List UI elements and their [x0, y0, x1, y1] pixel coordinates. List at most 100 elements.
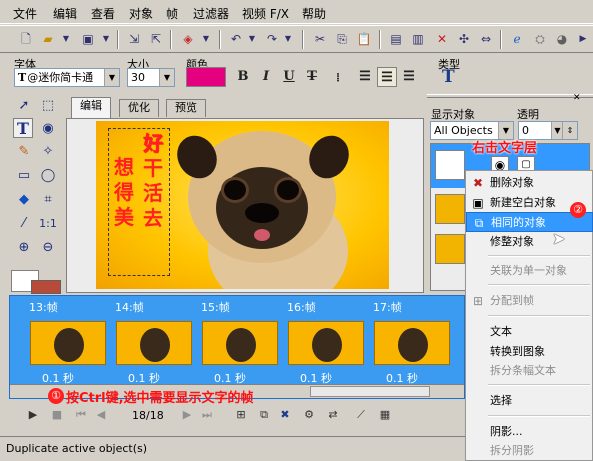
- fill-tool-icon[interactable]: ◆: [14, 190, 34, 210]
- close-icon[interactable]: ✕: [573, 93, 581, 103]
- menu-split-shadow[interactable]: 拆分阴影: [466, 441, 593, 461]
- menu-split-banner-text[interactable]: 拆分条幅文本: [466, 361, 593, 381]
- menu-shadow[interactable]: 阴影...: [466, 422, 593, 442]
- menu-item-label: 删除对象: [490, 176, 534, 189]
- pointer-tool-icon[interactable]: ➚: [14, 96, 34, 116]
- spin-icon[interactable]: ⇕: [562, 122, 577, 139]
- actual-size-icon[interactable]: 1:1: [38, 214, 58, 234]
- eraser-tool-icon[interactable]: ▭: [14, 166, 34, 186]
- transform-tool-icon[interactable]: ⌗: [38, 190, 58, 210]
- menu-select[interactable]: 选择: [466, 391, 593, 411]
- toolbar-separator: [117, 30, 119, 49]
- first-frame-icon[interactable]: ⏮: [72, 406, 90, 424]
- menu-frame[interactable]: 帧: [166, 5, 178, 22]
- redo-dropdown-icon[interactable]: ▼: [282, 29, 294, 49]
- menu-assign-to-frame[interactable]: ⊞ 分配到帧: [466, 291, 593, 311]
- brush-tool-icon[interactable]: ✎: [14, 142, 34, 162]
- tab-edit[interactable]: 编辑: [71, 97, 111, 118]
- add-frame-icon[interactable]: ⊞: [232, 406, 250, 424]
- background-color-swatch[interactable]: [31, 280, 61, 294]
- tab-optimize[interactable]: 优化: [119, 99, 159, 117]
- align-center-icon[interactable]: ☰: [377, 67, 397, 87]
- last-frame-icon[interactable]: ⏭: [198, 406, 216, 424]
- menu-delete-object[interactable]: ✖ 删除对象: [466, 173, 593, 193]
- menu-text[interactable]: 文本: [466, 322, 593, 342]
- reverse-frames-icon[interactable]: ⇄: [324, 406, 342, 424]
- duplicate-icon: ⧉: [474, 216, 484, 230]
- stop-icon[interactable]: ■: [48, 406, 66, 424]
- save-icon[interactable]: ▣: [78, 29, 98, 49]
- save-dropdown-icon[interactable]: ▼: [100, 29, 112, 49]
- open-dropdown-icon[interactable]: ▼: [60, 29, 72, 49]
- color-palette-icon[interactable]: ◈: [178, 29, 198, 49]
- menu-help[interactable]: 帮助: [302, 5, 326, 22]
- zoom-in-icon[interactable]: ⊕: [14, 238, 34, 258]
- italic-button[interactable]: I: [256, 67, 276, 87]
- text-tool-icon[interactable]: T: [13, 118, 33, 138]
- align-left-icon[interactable]: ☰: [355, 67, 375, 87]
- pug-object-thumb[interactable]: [435, 194, 465, 224]
- import-icon[interactable]: ⇲: [124, 29, 144, 49]
- menu-view[interactable]: 查看: [91, 5, 115, 22]
- delete-frame-icon[interactable]: ✖: [276, 406, 294, 424]
- pug-object-thumb[interactable]: [435, 234, 465, 264]
- frame-view-icon[interactable]: ▦: [376, 406, 394, 424]
- scrollbar-thumb[interactable]: [310, 386, 430, 397]
- mouse-cursor-icon: ➤: [552, 229, 566, 248]
- underline-button[interactable]: U: [279, 67, 299, 87]
- redo-icon[interactable]: ↷: [262, 29, 282, 49]
- prev-frame-icon[interactable]: ◀: [92, 406, 110, 424]
- menu-item-label: 文本: [490, 325, 512, 338]
- tool-palette: ➚ ⬚ T ◉ ✎ ✧ ▭ ◯ ◆ ⌗ ⁄ 1:1 ⊕ ⊖: [0, 94, 62, 294]
- menu-trim-object[interactable]: 修整对象: [466, 232, 593, 252]
- font-select[interactable]: T@迷你简卡通 ▼: [14, 68, 120, 87]
- size-select[interactable]: 30 ▼: [127, 68, 175, 87]
- tab-preview[interactable]: 预览: [166, 99, 206, 117]
- undo-dropdown-icon[interactable]: ▼: [246, 29, 258, 49]
- duplicate-frame-icon[interactable]: ⧉: [255, 406, 273, 424]
- bold-button[interactable]: B: [233, 67, 253, 87]
- eyedropper-tool-icon[interactable]: ⁄: [14, 214, 34, 234]
- preview-icon[interactable]: ◕: [552, 29, 572, 49]
- copy-icon[interactable]: ⎘: [332, 29, 352, 49]
- resize-icon[interactable]: ⇔: [476, 29, 496, 49]
- menu-video-fx[interactable]: 视频 F/X: [242, 5, 289, 22]
- toolbar-more-icon[interactable]: ▶: [573, 29, 593, 49]
- menu-file[interactable]: 文件: [13, 5, 37, 22]
- delete-icon[interactable]: ✕: [432, 29, 452, 49]
- new-icon[interactable]: 🗋: [16, 29, 36, 49]
- browser-icon[interactable]: ℯ: [507, 29, 527, 49]
- select-rect-tool-icon[interactable]: ⬚: [38, 96, 58, 116]
- menu-filter[interactable]: 过滤器: [193, 5, 229, 22]
- open-icon[interactable]: ▰: [38, 29, 58, 49]
- menu-link-single-object[interactable]: 关联为单一对象: [466, 261, 593, 281]
- text-spacing-icon[interactable]: ⁞: [328, 67, 348, 87]
- lasso-tool-icon[interactable]: ◯: [38, 166, 58, 186]
- menu-edit[interactable]: 编辑: [53, 5, 77, 22]
- align-right-icon[interactable]: ☰: [399, 67, 419, 87]
- paste-icon[interactable]: 📋: [354, 29, 374, 49]
- strikethrough-button[interactable]: T: [302, 67, 322, 87]
- toolbar-separator: [500, 30, 502, 49]
- menu-separator: [488, 284, 590, 286]
- menu-separator: [488, 315, 590, 317]
- export-icon[interactable]: ⇱: [146, 29, 166, 49]
- magic-wand-tool-icon[interactable]: ✧: [38, 142, 58, 162]
- frame-icon[interactable]: ▤: [386, 29, 406, 49]
- menu-object[interactable]: 对象: [129, 5, 153, 22]
- insert-frame-icon[interactable]: ▥: [408, 29, 428, 49]
- color-swatch[interactable]: [186, 67, 226, 87]
- palette-dropdown-icon[interactable]: ▼: [200, 29, 212, 49]
- circle-select-tool-icon[interactable]: ◉: [38, 119, 58, 139]
- optimize-icon[interactable]: ⛭: [530, 29, 550, 49]
- next-frame-icon[interactable]: ▶: [178, 406, 196, 424]
- crop-icon[interactable]: ✣: [454, 29, 474, 49]
- text-type-icon[interactable]: T: [442, 67, 455, 87]
- play-icon[interactable]: ▶: [24, 406, 42, 424]
- animation-wizard-icon[interactable]: ⟋: [352, 406, 370, 424]
- cut-icon[interactable]: ✂: [310, 29, 330, 49]
- frame-properties-icon[interactable]: ⚙: [300, 406, 318, 424]
- undo-icon[interactable]: ↶: [226, 29, 246, 49]
- menu-convert-to-image[interactable]: 转换到图象: [466, 342, 593, 362]
- zoom-out-icon[interactable]: ⊖: [38, 238, 58, 258]
